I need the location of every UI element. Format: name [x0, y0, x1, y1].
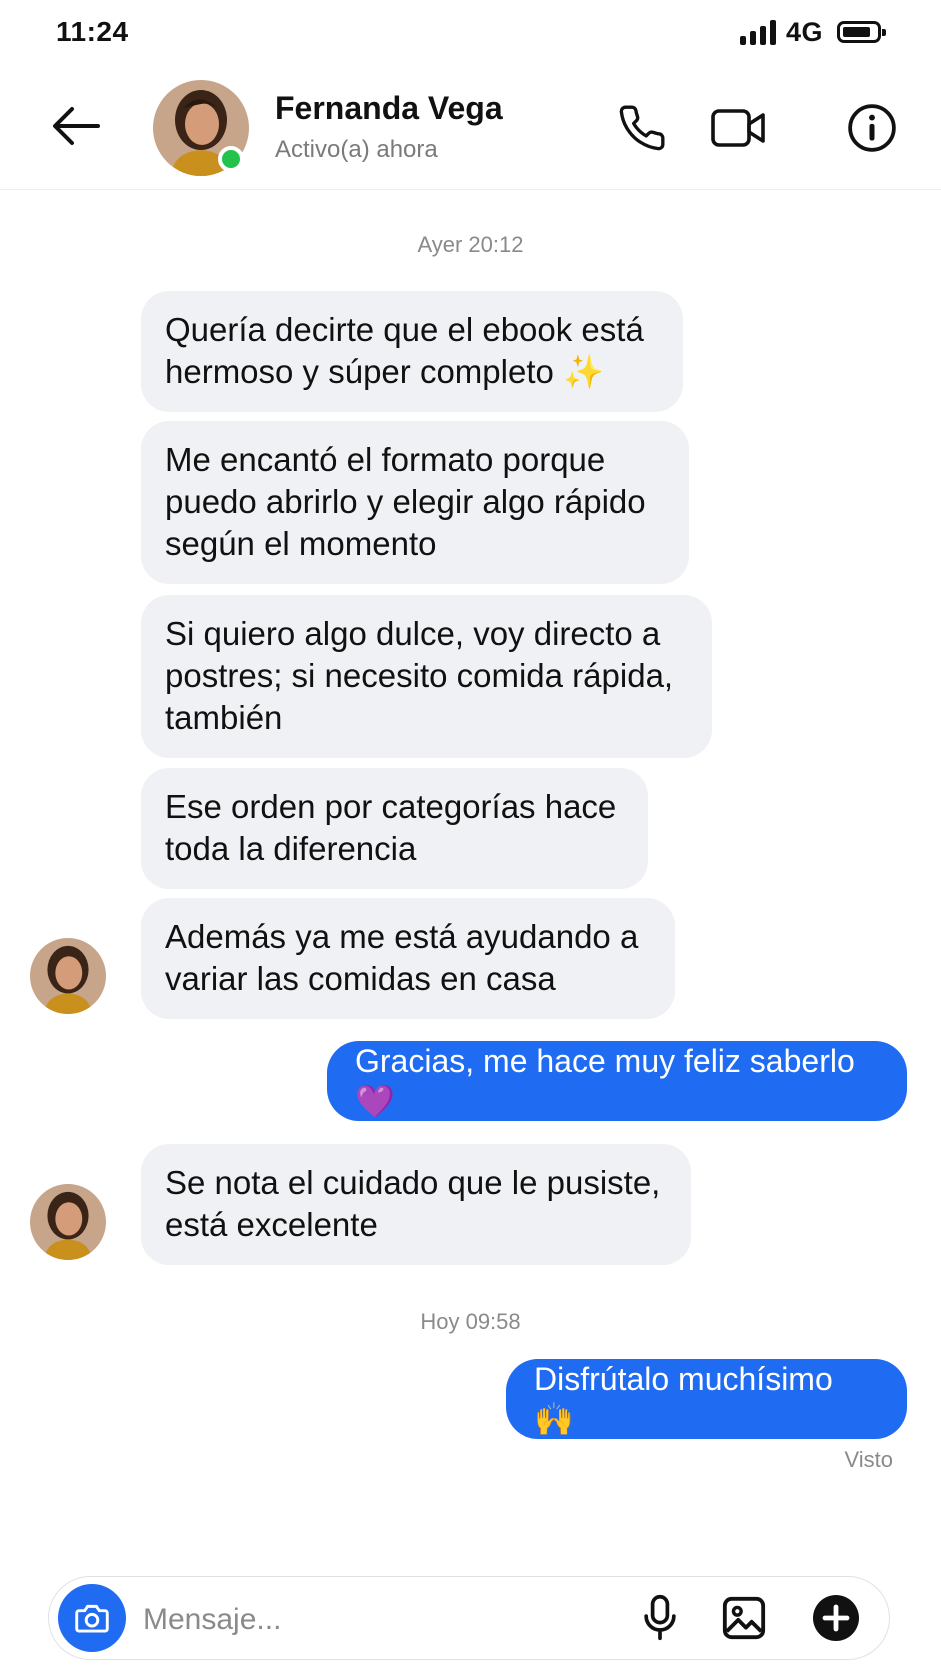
read-receipt: Visto [844, 1447, 893, 1472]
message-bubble-incoming[interactable]: Me encantó el formato porque puedo abrir… [141, 421, 689, 584]
plus-icon [813, 1595, 859, 1641]
message-bubble-incoming[interactable]: Ese orden por categorías hace toda la di… [141, 768, 648, 889]
call-button[interactable] [614, 100, 670, 156]
contact-name[interactable]: Fernanda Vega [275, 90, 503, 127]
back-arrow-icon [53, 107, 100, 145]
microphone-icon [644, 1594, 676, 1641]
back-button[interactable] [50, 104, 102, 148]
video-call-button[interactable] [710, 100, 766, 156]
contact-avatar-small [30, 938, 106, 1014]
chat-timestamp: Ayer 20:12 [417, 232, 524, 257]
network-type: 4G [785, 16, 823, 47]
video-icon [711, 109, 765, 147]
presence-status: Activo(a) ahora [275, 136, 438, 163]
phone-icon [619, 105, 665, 151]
message-input[interactable] [141, 1596, 615, 1644]
status-time: 11:24 [56, 16, 129, 47]
info-icon [848, 104, 896, 152]
chat-header [0, 68, 941, 190]
camera-button[interactable] [58, 1584, 126, 1652]
chat-timestamp: Hoy 09:58 [420, 1309, 521, 1334]
message-bubble-outgoing[interactable]: Gracias, me hace muy feliz saberlo 💜 [327, 1041, 907, 1121]
message-bubble-incoming[interactable]: Quería decirte que el ebook está hermoso… [141, 291, 683, 412]
info-button[interactable] [844, 100, 900, 156]
image-icon [722, 1596, 766, 1640]
signal-icon [739, 19, 776, 45]
message-bubble-incoming[interactable]: Si quiero algo dulce, voy directo a post… [141, 595, 712, 758]
battery-icon [837, 21, 886, 43]
message-bubble-incoming[interactable]: Se nota el cuidado que le pusiste, está … [141, 1144, 691, 1265]
online-status-dot [218, 146, 244, 172]
contact-avatar-small [30, 1184, 106, 1260]
gallery-button[interactable] [716, 1590, 772, 1646]
message-bubble-outgoing[interactable]: Disfrútalo muchísimo 🙌 [506, 1359, 907, 1439]
status-indicators: 4G [739, 14, 886, 50]
message-bubble-incoming[interactable]: Además ya me está ayudando a variar las … [141, 898, 675, 1019]
camera-icon [75, 1604, 109, 1633]
voice-message-button[interactable] [632, 1590, 688, 1646]
more-options-button[interactable] [808, 1590, 864, 1646]
